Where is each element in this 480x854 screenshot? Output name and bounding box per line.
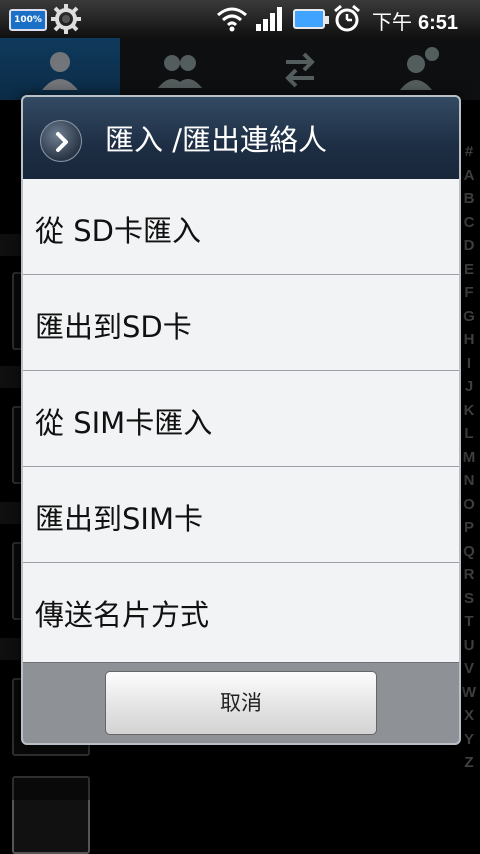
menu-item-label: 匯出到SD卡 [35, 310, 192, 344]
menu-item-label: 從 SIM卡匯入 [35, 406, 213, 440]
menu-item-import-sim[interactable]: 從 SIM卡匯入 [23, 371, 459, 467]
import-export-dialog: 匯入 /匯出連絡人 從 SD卡匯入 匯出到SD卡 從 SIM卡匯入 匯出到SIM… [21, 95, 461, 745]
menu-item-label: 傳送名片方式 [35, 598, 210, 632]
dialog-footer: 取消 [23, 662, 459, 743]
dialog-title: 匯入 /匯出連絡人 [105, 123, 327, 157]
dialog-menu: 從 SD卡匯入 匯出到SD卡 從 SIM卡匯入 匯出到SIM卡 傳送名片方式 [23, 179, 459, 659]
cancel-button[interactable]: 取消 [105, 671, 377, 735]
menu-item-export-sim[interactable]: 匯出到SIM卡 [23, 467, 459, 563]
clock-time: 6:51 [418, 12, 459, 34]
dialog-header: 匯入 /匯出連絡人 [23, 97, 459, 179]
battery-percent-label: 100% [14, 15, 42, 25]
menu-item-export-sd[interactable]: 匯出到SD卡 [23, 275, 459, 371]
clock-period: 下午 [372, 12, 412, 34]
menu-item-import-sd[interactable]: 從 SD卡匯入 [23, 179, 459, 275]
wifi-icon [217, 7, 247, 32]
menu-item-label: 從 SD卡匯入 [35, 214, 201, 248]
alarm-clock-icon [334, 4, 360, 32]
signal-strength-icon [256, 7, 282, 31]
gear-icon [51, 4, 81, 34]
battery-icon [293, 9, 329, 29]
status-clock: 下午 6:51 [372, 6, 458, 35]
menu-item-label: 匯出到SIM卡 [35, 502, 203, 536]
menu-item-share-namecard[interactable]: 傳送名片方式 [23, 563, 459, 659]
chevron-right-icon [40, 120, 82, 162]
status-bar: 100% 下午 6:51 [0, 0, 480, 38]
battery-full-icon: 100% [9, 9, 47, 31]
